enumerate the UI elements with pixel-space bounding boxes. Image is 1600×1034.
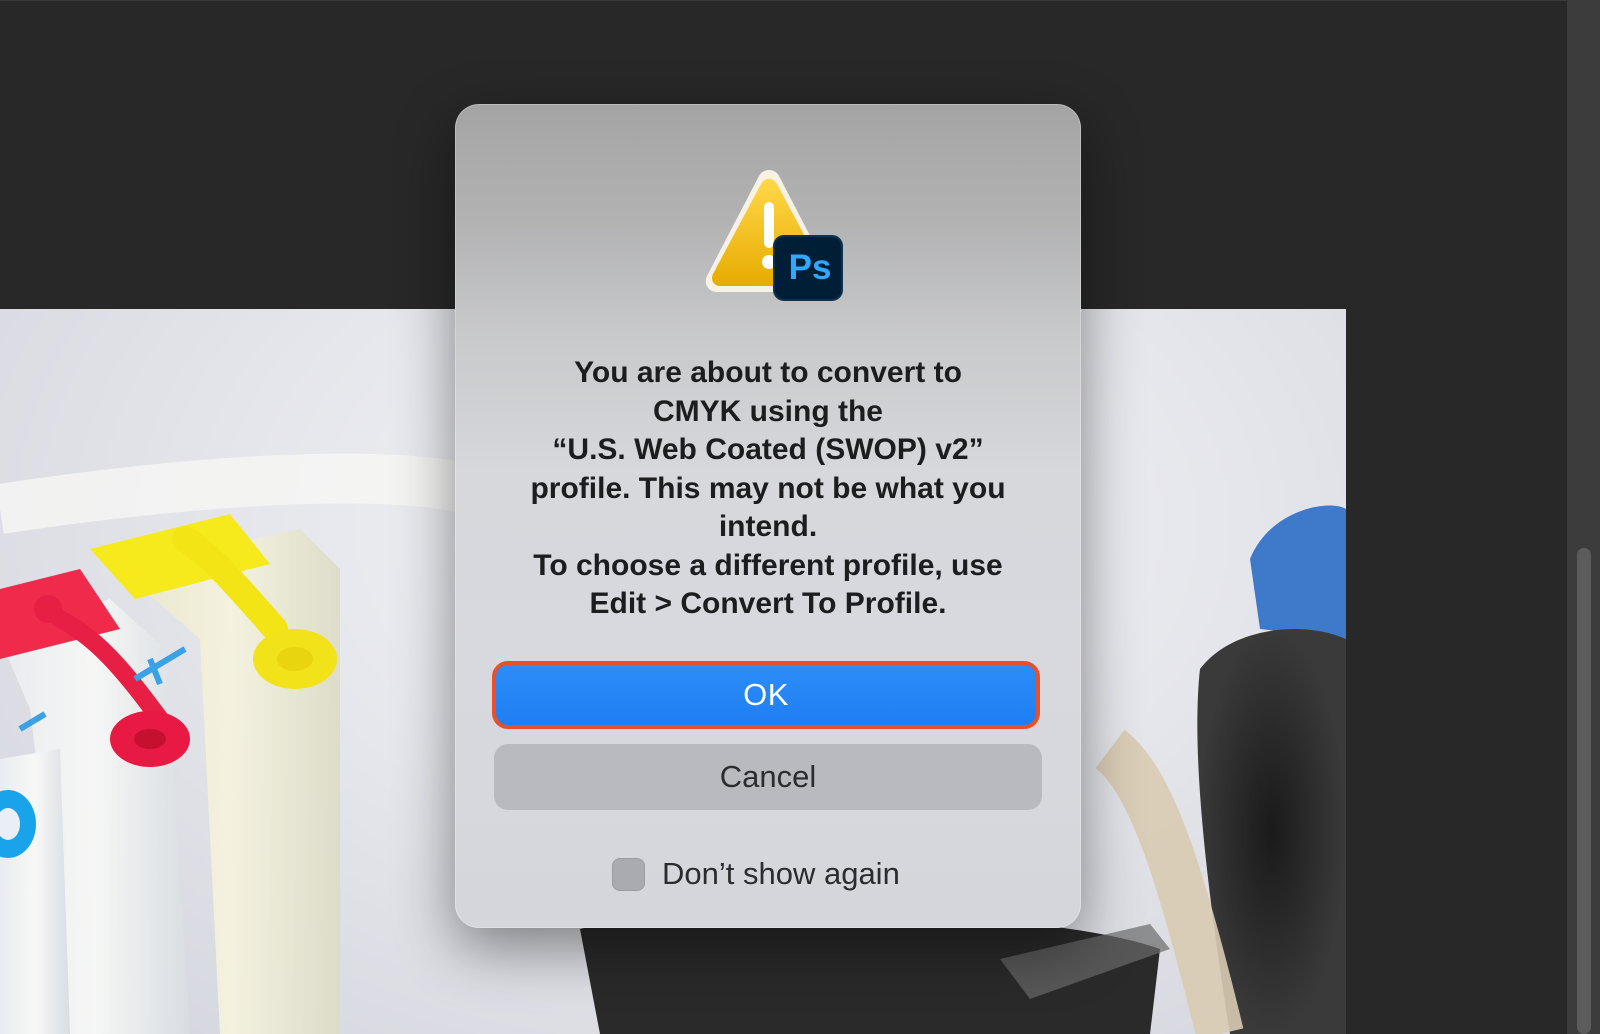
message-line: profile. This may not be what you <box>530 471 1006 505</box>
dont-show-again-label[interactable]: Don’t show again <box>662 856 900 892</box>
cancel-button[interactable]: Cancel <box>494 744 1042 810</box>
scrollbar-thumb[interactable] <box>1577 548 1591 1034</box>
message-line: You are about to convert to <box>574 356 962 389</box>
photoshop-workspace: Ps You are about to convert to CMYK usin… <box>0 0 1600 1034</box>
message-line: intend. <box>718 510 818 543</box>
dont-show-again-checkbox[interactable] <box>612 857 645 891</box>
message-line: CMYK using the <box>653 394 883 428</box>
message-line: Edit > Convert To Profile. <box>589 587 947 620</box>
top-edge <box>0 0 1600 1</box>
ok-button[interactable]: OK <box>492 661 1040 729</box>
photoshop-badge-text: Ps <box>788 248 832 287</box>
message-line: To choose a different profile, use <box>533 548 1003 582</box>
cmyk-conversion-alert: Ps You are about to convert to CMYK usin… <box>455 104 1081 928</box>
message-line: “U.S. Web Coated (SWOP) v2” <box>552 433 984 466</box>
warning-triangle-icon: Ps <box>695 164 845 304</box>
alert-message: You are about to convert to CMYK using t… <box>495 354 1041 624</box>
dont-show-again-option[interactable]: Don’t show again <box>612 854 900 894</box>
